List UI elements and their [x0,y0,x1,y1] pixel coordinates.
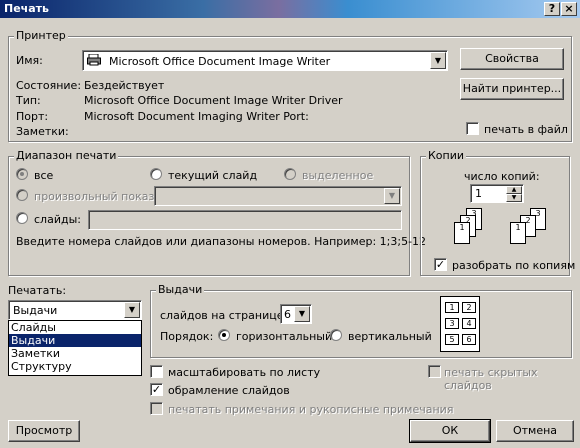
printer-name-value: Microsoft Office Document Image Writer [109,55,331,68]
print-what-dropdown-list: Слайды Выдачи Заметки Структуру [8,320,142,376]
window-title: Печать [4,2,49,15]
collate-illustration-1: 3 2 1 [448,208,498,252]
per-page-value: 6 [284,308,291,321]
properties-button[interactable]: Свойства [460,48,564,70]
range-all-label: все [34,169,54,182]
print-what-label: Печатать: [8,284,67,297]
print-hidden-label: печать скрытых слайдов [444,366,538,392]
title-bar [0,0,580,18]
slides-input[interactable] [88,210,402,230]
preview-cell: 5 [445,334,459,345]
status-value: Бездействует [84,79,165,92]
order-horizontal-label: горизонтальный [236,330,333,343]
page-1: 1 [454,222,470,244]
find-printer-button[interactable]: Найти принтер... [460,78,564,100]
print-dialog: Печать ? × Принтер Имя: Microsoft Office… [0,0,580,448]
list-item-slides[interactable]: Слайды [9,321,141,334]
spin-down-icon[interactable]: ▼ [506,194,522,202]
printer-legend: Принтер [14,29,68,42]
range-slides-label: слайды: [34,213,81,226]
range-current-label: текущий слайд [168,169,258,182]
print-hidden-checkbox [428,365,441,378]
chevron-down-icon: ▼ [384,188,400,204]
type-label: Тип: [16,94,41,107]
order-vertical-radio[interactable] [330,329,342,341]
chevron-down-icon[interactable]: ▼ [124,302,140,318]
list-item-handouts[interactable]: Выдачи [9,334,141,347]
range-custom-radio [16,189,28,201]
copies-count-input[interactable]: 1 ▲ ▼ [470,184,524,203]
handout-preview: 1 2 3 4 5 6 [440,296,480,352]
print-comments-checkbox [150,402,163,415]
ok-button[interactable]: ОК [409,419,491,443]
close-button[interactable]: × [561,2,577,16]
print-what-select[interactable]: Выдачи ▼ [8,300,142,320]
handouts-legend: Выдачи [156,283,205,296]
order-label: Порядок: [160,330,214,343]
range-selection-label: выделенное [302,169,374,182]
cancel-button[interactable]: Отмена [496,420,574,442]
order-vertical-label: вертикальный [348,330,432,343]
notes-label: Заметки: [16,125,69,138]
handouts-group [150,290,572,358]
range-hint: Введите номера слайдов или диапазоны ном… [16,235,427,248]
collate-checkbox[interactable]: ✓ [434,258,447,271]
print-to-file-checkbox[interactable] [466,122,479,135]
range-all-radio[interactable] [16,168,28,180]
per-page-select[interactable]: 6 ▼ [280,304,312,324]
preview-cell: 2 [462,302,476,313]
print-what-value: Выдачи [13,304,58,317]
preview-cell: 1 [445,302,459,313]
printer-icon [87,53,101,66]
type-value: Microsoft Office Document Image Writer D… [84,94,343,107]
frame-slides-label: обрамление слайдов [168,384,290,397]
preview-cell: 4 [462,318,476,329]
list-item-outline[interactable]: Структуру [9,360,141,373]
chevron-down-icon[interactable]: ▼ [430,52,446,69]
list-item-notes[interactable]: Заметки [9,347,141,360]
per-page-label: слайдов на странице: [160,309,288,322]
copies-legend: Копии [426,149,467,162]
print-range-legend: Диапазон печати [14,149,119,162]
order-horizontal-radio[interactable] [218,329,230,341]
frame-slides-checkbox[interactable]: ✓ [150,383,163,396]
collate-illustration-2: 3 2 1 [500,208,550,252]
chevron-down-icon[interactable]: ▼ [294,306,310,322]
copies-count-value: 1 [475,187,482,200]
preview-button[interactable]: Просмотр [8,420,80,442]
collate-label: разобрать по копиям [452,259,576,272]
print-comments-label: печатать примечания и рукописные примеча… [168,403,454,416]
page-1: 1 [510,222,526,244]
spin-up-icon[interactable]: ▲ [506,186,522,194]
printer-name-label: Имя: [16,54,43,67]
preview-cell: 6 [462,334,476,345]
range-custom-label: произвольный показ: [34,190,159,203]
help-button[interactable]: ? [544,2,560,16]
port-value: Microsoft Document Imaging Writer Port: [84,110,309,123]
scale-to-fit-checkbox[interactable] [150,365,163,378]
range-selection-radio [284,168,296,180]
print-to-file-label: печать в файл [484,123,568,136]
range-slides-radio[interactable] [16,212,28,224]
printer-select[interactable]: Microsoft Office Document Image Writer ▼ [82,50,448,71]
copies-count-label: число копий: [464,170,540,183]
scale-to-fit-label: масштабировать по листу [168,366,321,379]
status-label: Состояние: [16,79,82,92]
port-label: Порт: [16,110,49,123]
preview-cell: 3 [445,318,459,329]
range-current-radio[interactable] [150,168,162,180]
custom-show-select: ▼ [154,186,402,206]
